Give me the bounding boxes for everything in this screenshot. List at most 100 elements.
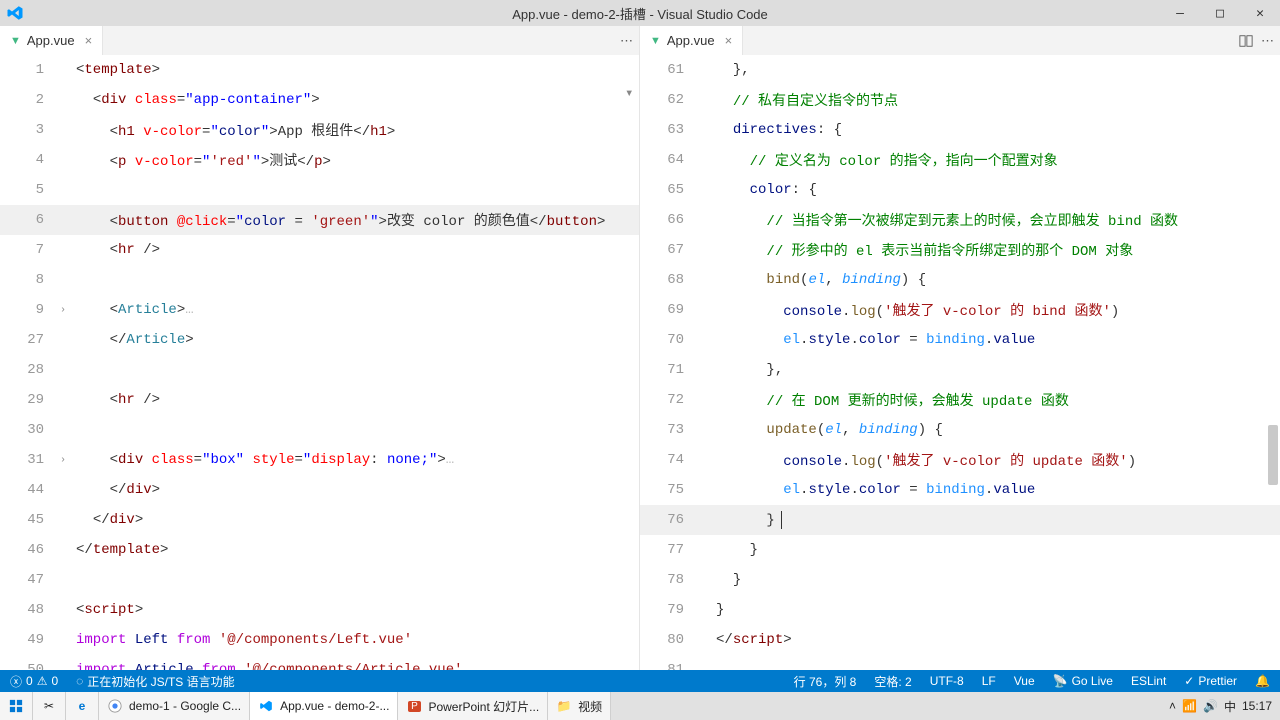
code-editor-right[interactable]: 61 },62 // 私有自定义指令的节点63 directives: {64 … bbox=[640, 55, 1280, 670]
code-content[interactable]: bind(el, binding) { bbox=[710, 272, 1280, 288]
maximize-button[interactable]: □ bbox=[1200, 0, 1240, 26]
code-content[interactable]: // 当指令第一次被绑定到元素上的时候，会立即触发 bind 函数 bbox=[710, 210, 1280, 230]
code-content[interactable]: // 形参中的 el 表示当前指令所绑定到的那个 DOM 对象 bbox=[710, 240, 1280, 260]
code-line[interactable]: 74 console.log('触发了 v-color 的 update 函数'… bbox=[640, 445, 1280, 475]
system-tray[interactable]: ˄ 📶 🔊 中 15:17 bbox=[1161, 692, 1280, 720]
ellipsis-icon[interactable]: ⋯ bbox=[620, 33, 633, 49]
code-line[interactable]: 46</template> bbox=[0, 535, 639, 565]
code-line[interactable]: 4 <p v-color="'red'">测试</p> bbox=[0, 145, 639, 175]
status-eol[interactable]: LF bbox=[978, 674, 1000, 688]
code-line[interactable]: 5 bbox=[0, 175, 639, 205]
vertical-scrollbar[interactable] bbox=[1268, 85, 1278, 670]
collapse-all-icon[interactable]: ▾ bbox=[625, 85, 639, 97]
tray-wifi-icon[interactable]: 📶 bbox=[1182, 699, 1197, 713]
code-content[interactable]: console.log('触发了 v-color 的 bind 函数') bbox=[710, 300, 1280, 320]
code-content[interactable]: update(el, binding) { bbox=[710, 422, 1280, 438]
minimize-button[interactable]: — bbox=[1160, 0, 1200, 26]
code-line[interactable]: 73 update(el, binding) { bbox=[640, 415, 1280, 445]
code-line[interactable]: 30 bbox=[0, 415, 639, 445]
code-content[interactable]: <h1 v-color="color">App 根组件</h1> bbox=[70, 120, 639, 140]
code-content[interactable]: el.style.color = binding.value bbox=[710, 332, 1280, 348]
code-line[interactable]: 29 <hr /> bbox=[0, 385, 639, 415]
code-line[interactable]: 64 // 定义名为 color 的指令，指向一个配置对象 bbox=[640, 145, 1280, 175]
code-content[interactable]: } bbox=[710, 602, 1280, 618]
status-bell-icon[interactable]: 🔔 bbox=[1251, 674, 1274, 688]
tray-time[interactable]: 15:17 bbox=[1242, 699, 1272, 713]
code-content[interactable]: </div> bbox=[70, 482, 639, 498]
code-content[interactable]: <hr /> bbox=[70, 392, 639, 408]
code-content[interactable]: <hr /> bbox=[70, 242, 639, 258]
code-line[interactable]: 77 } bbox=[640, 535, 1280, 565]
taskbar-item[interactable]: PPowerPoint 幻灯片... bbox=[398, 692, 548, 720]
code-content[interactable]: } bbox=[710, 572, 1280, 588]
status-line-col[interactable]: 行 76，列 8 bbox=[790, 673, 861, 690]
code-line[interactable]: 81 bbox=[640, 655, 1280, 670]
code-line[interactable]: 61 }, bbox=[640, 55, 1280, 85]
code-content[interactable]: <Article>… bbox=[70, 302, 639, 318]
fold-toggle[interactable]: › bbox=[56, 455, 70, 466]
code-line[interactable]: 68 bind(el, binding) { bbox=[640, 265, 1280, 295]
code-line[interactable]: 75 el.style.color = binding.value bbox=[640, 475, 1280, 505]
status-encoding[interactable]: UTF-8 bbox=[926, 674, 968, 688]
code-line[interactable]: 80</script> bbox=[640, 625, 1280, 655]
code-line[interactable]: 48<script> bbox=[0, 595, 639, 625]
code-content[interactable]: // 私有自定义指令的节点 bbox=[710, 90, 1280, 110]
code-line[interactable]: 66 // 当指令第一次被绑定到元素上的时候，会立即触发 bind 函数 bbox=[640, 205, 1280, 235]
status-problems[interactable]: ⓧ0 ⚠0 bbox=[6, 673, 62, 690]
code-line[interactable]: 79} bbox=[640, 595, 1280, 625]
code-line[interactable]: 47 bbox=[0, 565, 639, 595]
status-spaces[interactable]: 空格: 2 bbox=[870, 673, 915, 690]
code-content[interactable]: } bbox=[710, 511, 1280, 529]
code-content[interactable]: <button @click="color = 'green'">改变 colo… bbox=[70, 210, 639, 230]
code-content[interactable]: import Left from '@/components/Left.vue' bbox=[70, 632, 639, 648]
status-language[interactable]: Vue bbox=[1010, 674, 1039, 688]
code-line[interactable]: 65 color: { bbox=[640, 175, 1280, 205]
tray-ime-icon[interactable]: 中 bbox=[1224, 698, 1236, 715]
close-tab-icon[interactable]: × bbox=[85, 33, 93, 48]
code-content[interactable]: <p v-color="'red'">测试</p> bbox=[70, 150, 639, 170]
code-content[interactable]: <div class="app-container"> bbox=[70, 92, 639, 108]
code-line[interactable]: 28 bbox=[0, 355, 639, 385]
code-line[interactable]: 45 </div> bbox=[0, 505, 639, 535]
status-eslint[interactable]: ESLint bbox=[1127, 674, 1170, 688]
taskbar-item[interactable] bbox=[0, 692, 33, 720]
code-line[interactable]: 69 console.log('触发了 v-color 的 bind 函数') bbox=[640, 295, 1280, 325]
code-line[interactable]: 44 </div> bbox=[0, 475, 639, 505]
code-content[interactable]: </Article> bbox=[70, 332, 639, 348]
code-line[interactable]: 6 <button @click="color = 'green'">改变 co… bbox=[0, 205, 639, 235]
close-button[interactable]: ✕ bbox=[1240, 0, 1280, 26]
code-content[interactable]: // 在 DOM 更新的时候，会触发 update 函数 bbox=[710, 390, 1280, 410]
code-line[interactable]: 67 // 形参中的 el 表示当前指令所绑定到的那个 DOM 对象 bbox=[640, 235, 1280, 265]
taskbar-item[interactable]: e bbox=[66, 692, 99, 720]
code-line[interactable]: 8 bbox=[0, 265, 639, 295]
code-editor-left[interactable]: 1<template>2 <div class="app-container">… bbox=[0, 55, 639, 670]
tab-app-vue-right[interactable]: ▼ App.vue × bbox=[640, 26, 743, 55]
code-line[interactable]: 72 // 在 DOM 更新的时候，会触发 update 函数 bbox=[640, 385, 1280, 415]
code-content[interactable]: // 定义名为 color 的指令，指向一个配置对象 bbox=[710, 150, 1280, 170]
status-initializing[interactable]: ◌ 正在初始化 JS/TS 语言功能 bbox=[72, 673, 238, 690]
code-line[interactable]: 9› <Article>… bbox=[0, 295, 639, 325]
status-prettier[interactable]: ✓Prettier bbox=[1180, 674, 1241, 688]
code-content[interactable]: </script> bbox=[710, 632, 1280, 648]
code-line[interactable]: 7 <hr /> bbox=[0, 235, 639, 265]
code-content[interactable]: directives: { bbox=[710, 122, 1280, 138]
status-golive[interactable]: 📡Go Live bbox=[1049, 674, 1117, 688]
code-line[interactable]: 31› <div class="box" style="display: non… bbox=[0, 445, 639, 475]
tab-app-vue-left[interactable]: ▼ App.vue × bbox=[0, 26, 103, 55]
code-content[interactable]: el.style.color = binding.value bbox=[710, 482, 1280, 498]
taskbar-item[interactable]: demo-1 - Google C... bbox=[99, 692, 250, 720]
code-line[interactable]: 70 el.style.color = binding.value bbox=[640, 325, 1280, 355]
code-content[interactable]: import Article from '@/components/Articl… bbox=[70, 662, 639, 670]
code-content[interactable]: }, bbox=[710, 62, 1280, 78]
code-content[interactable]: <div class="box" style="display: none;">… bbox=[70, 452, 639, 468]
taskbar-item[interactable]: ✂ bbox=[33, 692, 66, 720]
code-line[interactable]: 62 // 私有自定义指令的节点 bbox=[640, 85, 1280, 115]
code-content[interactable]: console.log('触发了 v-color 的 update 函数') bbox=[710, 450, 1280, 470]
split-editor-icon[interactable] bbox=[1239, 34, 1253, 48]
code-content[interactable]: color: { bbox=[710, 182, 1280, 198]
code-line[interactable]: 1<template> bbox=[0, 55, 639, 85]
tray-volume-icon[interactable]: 🔊 bbox=[1203, 699, 1218, 713]
code-line[interactable]: 3 <h1 v-color="color">App 根组件</h1> bbox=[0, 115, 639, 145]
code-line[interactable]: 49import Left from '@/components/Left.vu… bbox=[0, 625, 639, 655]
taskbar-item[interactable]: 📁视频 bbox=[548, 692, 611, 720]
